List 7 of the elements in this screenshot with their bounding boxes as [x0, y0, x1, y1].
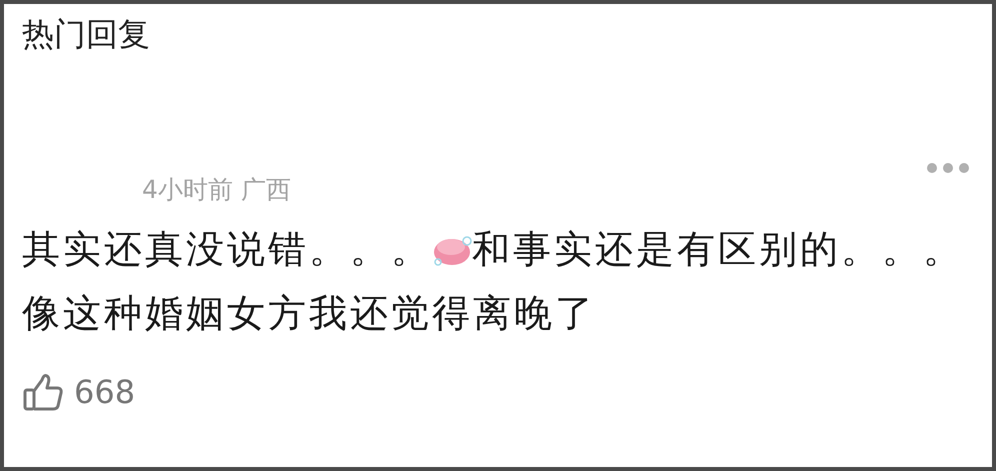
comment-text: 像这种婚姻女方我还觉得离晚了	[22, 292, 596, 336]
section-title: 热门回复	[22, 18, 150, 50]
thumbs-up-icon[interactable]	[22, 371, 64, 414]
like-count: 668	[74, 376, 136, 408]
comment-text: 和事实还是有区别的。。。	[472, 228, 964, 272]
comment-text: 其实还真没说错。。。	[22, 228, 432, 272]
comment-meta: 4小时前 广西	[142, 177, 291, 202]
